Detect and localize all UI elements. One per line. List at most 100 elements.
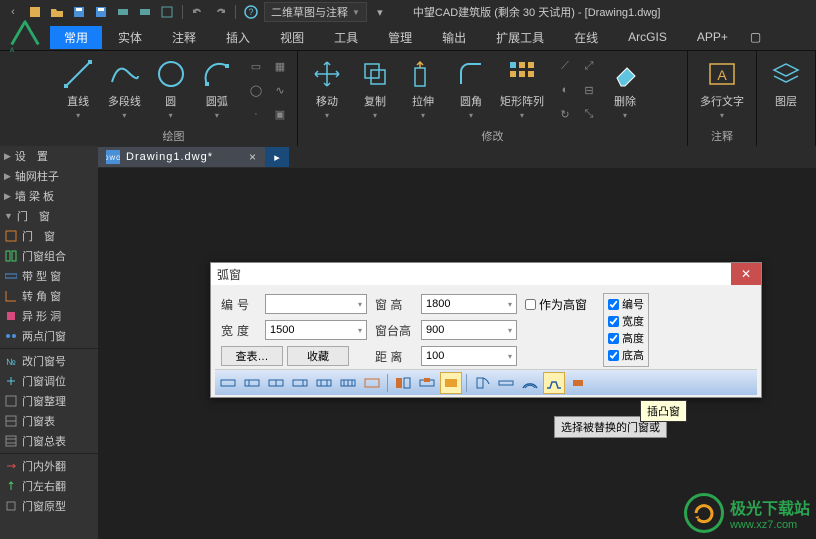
- favorite-button[interactable]: 收藏: [287, 346, 349, 366]
- tool-mirror[interactable]: ◐: [554, 79, 576, 101]
- label-sill: 窗台高: [375, 322, 415, 339]
- left-wall[interactable]: ▶墙 梁 板: [0, 186, 98, 206]
- left-combo[interactable]: 门窗组合: [0, 246, 98, 266]
- tool-fillet[interactable]: 圆角▾: [448, 55, 494, 122]
- doc-tab[interactable]: DWG Drawing1.dwg* ×: [98, 147, 265, 167]
- redo-icon[interactable]: [211, 3, 229, 21]
- mode-6[interactable]: [337, 372, 359, 394]
- tab-extend[interactable]: 扩展工具: [482, 26, 558, 49]
- left-door[interactable]: 门 窗: [0, 226, 98, 246]
- mode-5[interactable]: [313, 372, 335, 394]
- preview-icon[interactable]: [158, 3, 176, 21]
- tool-line[interactable]: 直线▾: [56, 55, 100, 122]
- chk-bottom[interactable]: [608, 350, 619, 361]
- tool-ellipse[interactable]: ◯: [245, 79, 267, 101]
- tool-array[interactable]: 矩形阵列▾: [496, 55, 548, 122]
- open-icon[interactable]: [48, 3, 66, 21]
- save-icon[interactable]: [70, 3, 88, 21]
- tool-region[interactable]: ▣: [269, 103, 291, 125]
- tab-collapse[interactable]: ▢: [744, 27, 767, 47]
- left-settings[interactable]: ▶设 置: [0, 146, 98, 166]
- tool-point[interactable]: ·: [245, 103, 267, 125]
- chk-high[interactable]: [525, 299, 536, 310]
- tab-output[interactable]: 输出: [428, 26, 480, 49]
- saveas-icon[interactable]: [92, 3, 110, 21]
- undo-icon[interactable]: [189, 3, 207, 21]
- left-sort[interactable]: 门窗整理: [0, 391, 98, 411]
- tool-erase[interactable]: 删除▾: [602, 55, 648, 122]
- insert-mode-strip: [215, 369, 757, 395]
- left-twopoint[interactable]: 两点门窗: [0, 326, 98, 346]
- tool-move[interactable]: 移动▾: [304, 55, 350, 122]
- combo-height[interactable]: 1800▾: [421, 294, 517, 314]
- mode-rect[interactable]: [567, 372, 589, 394]
- app-logo[interactable]: A: [6, 16, 44, 54]
- tool-polyline[interactable]: 多段线▾: [102, 55, 146, 122]
- combo-dist[interactable]: 100▾: [421, 346, 517, 366]
- workspace-selector[interactable]: 二维草图与注释 ▼: [264, 2, 367, 22]
- tool-arc[interactable]: 圆弧▾: [195, 55, 239, 122]
- tool-stretch[interactable]: 拉伸▾: [400, 55, 446, 122]
- combo-width[interactable]: 1500▾: [265, 320, 367, 340]
- mode-8[interactable]: [392, 372, 414, 394]
- mode-1[interactable]: [217, 372, 239, 394]
- tab-entity[interactable]: 实体: [104, 26, 156, 49]
- mode-9[interactable]: [416, 372, 438, 394]
- tab-tool[interactable]: 工具: [320, 26, 372, 49]
- tab-annotate[interactable]: 注释: [158, 26, 210, 49]
- chk-width[interactable]: [608, 316, 619, 327]
- tool-hatch[interactable]: ▦: [269, 55, 291, 77]
- combo-sill[interactable]: 900▾: [421, 320, 517, 340]
- left-adjust[interactable]: 门窗调位: [0, 371, 98, 391]
- tool-layer[interactable]: 图层: [763, 55, 809, 111]
- tab-app[interactable]: APP+: [683, 27, 742, 47]
- tool-spline[interactable]: ∿: [269, 79, 291, 101]
- left-corner[interactable]: 转 角 窗: [0, 286, 98, 306]
- mode-door[interactable]: [471, 372, 493, 394]
- tool-extend[interactable]: ⤢: [578, 55, 600, 77]
- left-proto[interactable]: 门窗原型: [0, 496, 98, 516]
- tool-rect[interactable]: ▭: [245, 55, 267, 77]
- left-odd[interactable]: 异 形 洞: [0, 306, 98, 326]
- tool-copy[interactable]: 复制▾: [352, 55, 398, 122]
- left-sum[interactable]: 门窗总表: [0, 431, 98, 451]
- close-icon[interactable]: ×: [249, 150, 257, 164]
- tab-view[interactable]: 视图: [266, 26, 318, 49]
- chk-height[interactable]: [608, 333, 619, 344]
- mode-win[interactable]: [495, 372, 517, 394]
- mode-bay[interactable]: [543, 372, 565, 394]
- left-band[interactable]: 带 型 窗: [0, 266, 98, 286]
- mode-4[interactable]: [289, 372, 311, 394]
- tab-manage[interactable]: 管理: [374, 26, 426, 49]
- more-icon[interactable]: ▾: [371, 3, 389, 21]
- mode-arc[interactable]: [519, 372, 541, 394]
- mode-3[interactable]: [265, 372, 287, 394]
- tab-online[interactable]: 在线: [560, 26, 612, 49]
- left-table[interactable]: 门窗表: [0, 411, 98, 431]
- tool-break[interactable]: ⊟: [578, 79, 600, 101]
- left-flip-lr[interactable]: 门左右翻: [0, 476, 98, 496]
- combo-num[interactable]: ▾: [265, 294, 367, 314]
- plot-icon[interactable]: [114, 3, 132, 21]
- tab-arcgis[interactable]: ArcGIS: [614, 27, 681, 47]
- tool-rotate[interactable]: ↻: [554, 103, 576, 125]
- tab-insert[interactable]: 插入: [212, 26, 264, 49]
- left-renum[interactable]: №改门窗号: [0, 351, 98, 371]
- help-icon[interactable]: ?: [242, 3, 260, 21]
- left-flip-io[interactable]: 门内外翻: [0, 456, 98, 476]
- chk-num[interactable]: [608, 299, 619, 310]
- mode-10[interactable]: [440, 372, 462, 394]
- tool-circle[interactable]: 圆▾: [149, 55, 193, 122]
- print-icon[interactable]: [136, 3, 154, 21]
- new-doc-button[interactable]: ▸: [265, 147, 289, 167]
- tool-trim[interactable]: ⟋: [554, 55, 576, 77]
- tool-mtext[interactable]: A多行文字▾: [694, 55, 750, 122]
- left-doorwin[interactable]: ▼门 窗: [0, 206, 98, 226]
- tab-common[interactable]: 常用: [50, 26, 102, 49]
- mode-2[interactable]: [241, 372, 263, 394]
- lookup-button[interactable]: 查表…: [221, 346, 283, 366]
- tool-scale[interactable]: ⤡: [578, 103, 600, 125]
- mode-7[interactable]: [361, 372, 383, 394]
- close-button[interactable]: ✕: [731, 263, 761, 285]
- left-axis[interactable]: ▶轴网柱子: [0, 166, 98, 186]
